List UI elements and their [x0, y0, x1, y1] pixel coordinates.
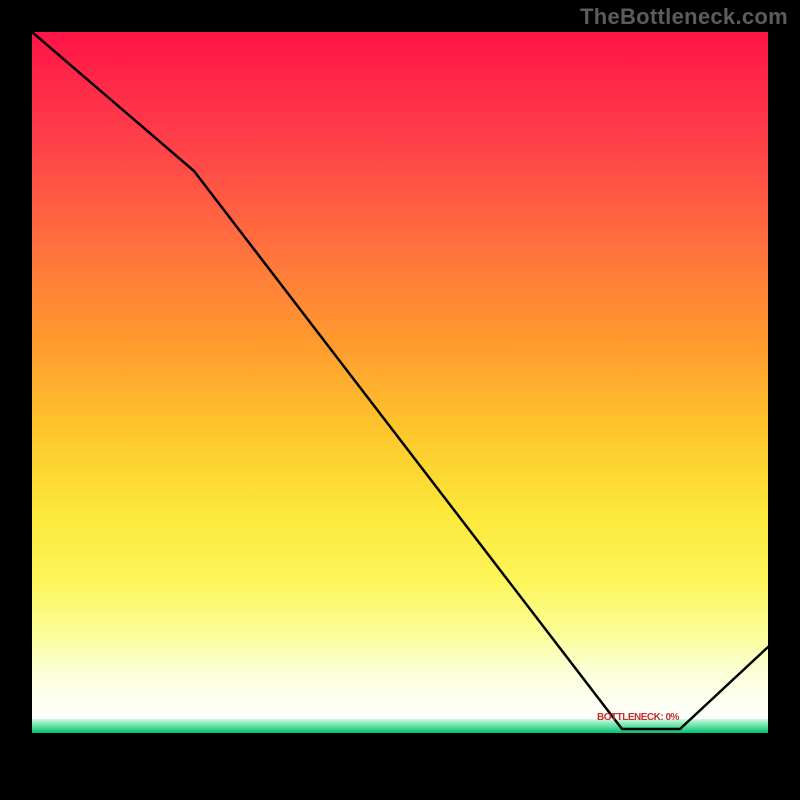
watermark-text: TheBottleneck.com	[580, 4, 788, 30]
chart-root: TheBottleneck.com BOTTLENECK: 0%	[0, 0, 800, 800]
zero-bottleneck-label: BOTTLENECK: 0%	[597, 712, 679, 723]
plot-frame: BOTTLENECK: 0%	[30, 30, 770, 770]
bottleneck-curve	[32, 32, 768, 768]
